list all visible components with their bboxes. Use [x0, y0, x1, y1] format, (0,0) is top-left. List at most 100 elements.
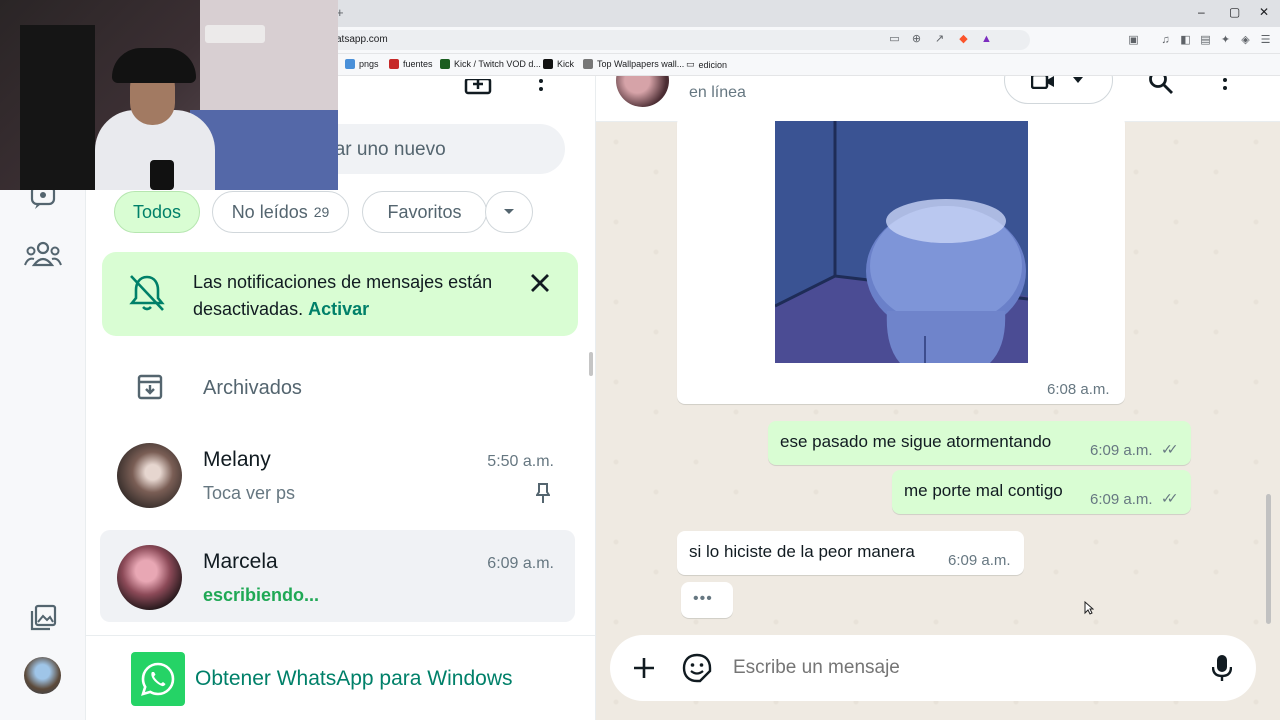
address-bar[interactable]: atsapp.com ▭ ⊕ ↗ ◆ ▲ [330, 30, 1030, 50]
bookmark-label: pngs [359, 59, 379, 69]
search-box[interactable]: iniciar uno nuevo [302, 124, 565, 174]
filter-more-dropdown[interactable] [485, 191, 533, 233]
bookmark-kick-twitch[interactable]: Kick / Twitch VOD d... [440, 59, 541, 69]
bookmark-edicion[interactable]: ▭ edicion [686, 59, 727, 70]
conversation-panel: en línea 6:08 a.m. ese pasado me sigue a… [596, 76, 1280, 720]
sticker-emoji-icon[interactable] [680, 651, 714, 685]
menu-dots-icon[interactable] [1210, 76, 1240, 98]
filter-all[interactable]: Todos [114, 191, 200, 233]
filter-unread[interactable]: No leídos 29 [212, 191, 349, 233]
zoom-icon[interactable]: ⊕ [910, 33, 923, 46]
sidebar-icon[interactable]: ◧ [1179, 34, 1192, 47]
bookmark-label: fuentes [403, 59, 433, 69]
message-text: si lo hiciste de la peor manera [689, 542, 915, 561]
bookmark-favicon [543, 59, 553, 69]
menu-dots-icon[interactable] [526, 76, 556, 98]
notifications-message: Las notificaciones de mensajes están des… [193, 269, 493, 323]
chat-row-melany[interactable]: Melany 5:50 a.m. Toca ver ps [100, 428, 575, 520]
navigation-rail [0, 184, 86, 720]
menu-icon[interactable]: ☰ [1259, 34, 1272, 47]
filter-label: Favoritos [387, 201, 462, 222]
chat-name: Marcela [203, 550, 278, 573]
typing-dots: ••• [693, 590, 713, 607]
close-window-button[interactable]: ✕ [1259, 5, 1269, 19]
outgoing-message-bubble[interactable]: me porte mal contigo 6:09 a.m. ✓✓ [892, 470, 1191, 514]
message-input[interactable] [733, 657, 1183, 679]
bookmark-favicon [583, 59, 593, 69]
sticker-image[interactable] [775, 121, 1028, 363]
chevron-down-icon [504, 209, 514, 214]
vpn-icon[interactable]: ◈ [1239, 34, 1252, 47]
leo-icon[interactable]: ✦ [1219, 34, 1232, 47]
webcam-microphone [150, 160, 174, 190]
divider [86, 635, 596, 636]
message-time: 6:09 a.m. [1090, 442, 1153, 459]
message-text: me porte mal contigo [904, 481, 1063, 500]
chat-time: 6:09 a.m. [487, 555, 554, 572]
bookmark-label: edicion [698, 59, 728, 70]
media-gallery-icon[interactable] [24, 601, 62, 635]
profile-avatar[interactable] [24, 657, 61, 694]
message-time: 6:08 a.m. [1047, 381, 1110, 398]
archived-row[interactable]: Archivados [86, 356, 596, 416]
wallet-icon[interactable]: ▤ [1199, 34, 1212, 47]
archive-icon [137, 374, 163, 405]
microphone-icon[interactable] [1205, 651, 1239, 685]
bookmark-pngs[interactable]: pngs [345, 59, 379, 69]
close-icon[interactable] [530, 273, 550, 298]
message-time: 6:09 a.m. [948, 552, 1011, 569]
read-receipt-icon: ✓✓ [1161, 490, 1179, 506]
attach-plus-icon[interactable] [627, 651, 661, 685]
activate-notifications-link[interactable]: Activar [308, 299, 369, 319]
incoming-message-bubble[interactable]: si lo hiciste de la peor manera 6:09 a.m… [677, 531, 1024, 575]
mouse-cursor-icon [1084, 601, 1094, 615]
minimize-button[interactable]: – [1198, 5, 1205, 19]
brave-shield-icon[interactable]: ◆ [957, 33, 970, 46]
video-camera-icon [1031, 76, 1054, 89]
url-text[interactable]: atsapp.com [336, 34, 388, 45]
chat-name: Melany [203, 448, 271, 471]
incoming-sticker-bubble[interactable]: 6:08 a.m. [677, 116, 1125, 404]
folder-icon: ▭ [686, 59, 695, 69]
bookmark-favicon [440, 59, 450, 69]
contact-avatar[interactable] [616, 76, 669, 107]
chat-list-scrollbar[interactable] [589, 352, 593, 376]
typing-indicator-bubble: ••• [681, 582, 733, 618]
chat-time: 5:50 a.m. [487, 453, 554, 470]
avatar [117, 443, 182, 508]
bookmark-fuentes[interactable]: fuentes [389, 59, 433, 69]
cast-icon[interactable]: ▭ [888, 33, 901, 46]
get-whatsapp-windows-link[interactable]: Obtener WhatsApp para Windows [131, 652, 512, 706]
bookmark-kick[interactable]: Kick [543, 59, 574, 69]
unread-count: 29 [313, 204, 330, 220]
message-composer [610, 635, 1256, 701]
filter-label: No leídos [231, 201, 308, 222]
communities-icon[interactable] [24, 237, 62, 271]
new-chat-icon[interactable] [463, 76, 493, 98]
archived-label: Archivados [203, 377, 302, 399]
message-time: 6:09 a.m. [1090, 491, 1153, 508]
rewards-icon[interactable]: ▲ [980, 33, 993, 46]
share-icon[interactable]: ↗ [933, 33, 946, 46]
bookmark-label: Kick [557, 59, 575, 69]
video-call-button[interactable] [1004, 76, 1113, 104]
screenshot-icon[interactable]: ▣ [1127, 34, 1140, 47]
contact-status: en línea [689, 84, 746, 101]
conversation-scrollbar[interactable] [1266, 494, 1271, 624]
maximize-button[interactable]: ▢ [1229, 5, 1240, 19]
webcam-cowboy-hat [112, 48, 196, 83]
whatsapp-logo-icon [131, 652, 185, 706]
bell-off-icon [127, 272, 167, 319]
music-icon[interactable]: ♫ [1159, 34, 1172, 47]
outgoing-message-bubble[interactable]: ese pasado me sigue atormentando 6:09 a.… [768, 421, 1191, 465]
chat-preview: Toca ver ps [203, 483, 296, 503]
bookmark-favicon [389, 59, 399, 69]
typing-indicator-text: escribiendo... [203, 585, 320, 605]
chat-row-marcela[interactable]: Marcela 6:09 a.m. escribiendo... [100, 530, 575, 622]
bookmark-wallpapers[interactable]: Top Wallpapers wall... [583, 59, 684, 69]
filter-favorites[interactable]: Favoritos [362, 191, 487, 233]
bookmark-favicon [345, 59, 355, 69]
webcam-overlay [0, 0, 338, 190]
webcam-air-conditioner [205, 25, 265, 43]
search-icon[interactable] [1146, 76, 1176, 94]
